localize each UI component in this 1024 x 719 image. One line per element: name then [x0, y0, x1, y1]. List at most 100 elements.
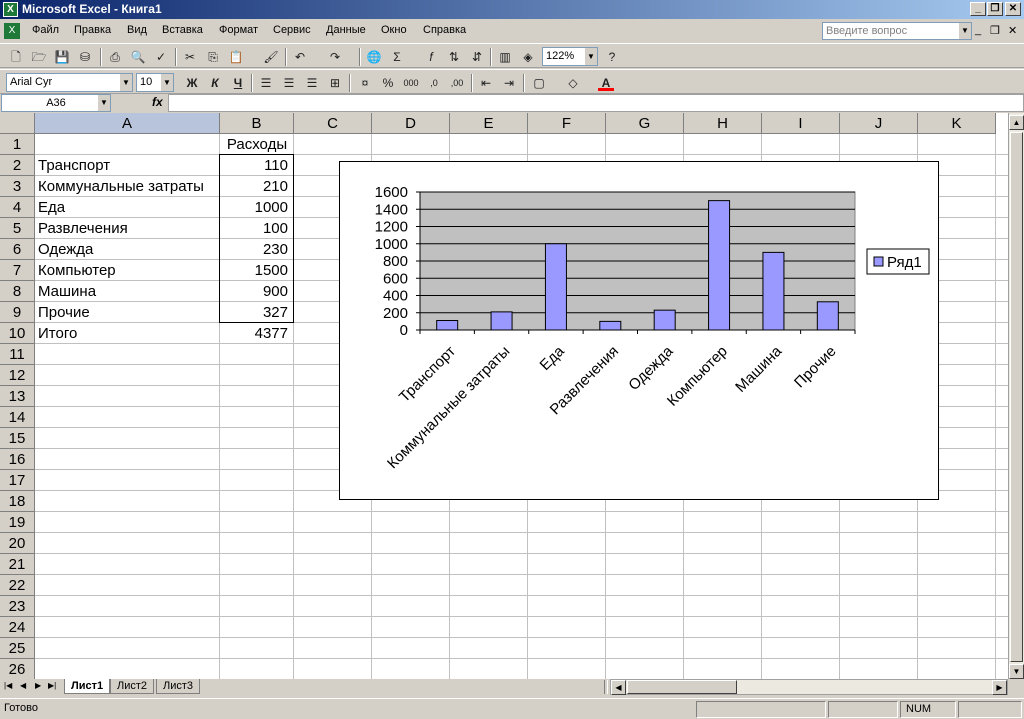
row-header-7[interactable]: 7 [0, 260, 35, 281]
column-header-c[interactable]: C [294, 113, 372, 134]
cut-icon[interactable]: ✂ [182, 49, 198, 65]
last-sheet-icon[interactable]: ▶| [48, 681, 56, 690]
row-header-15[interactable]: 15 [0, 428, 35, 449]
row-header-10[interactable]: 10 [0, 323, 35, 344]
column-header-f[interactable]: F [528, 113, 606, 134]
font-combo[interactable]: Arial Cyr ▼ [6, 73, 133, 92]
column-header-d[interactable]: D [372, 113, 450, 134]
currency-icon[interactable]: ¤ [357, 75, 373, 91]
next-sheet-icon[interactable]: ▶ [35, 681, 41, 690]
align-center-icon[interactable]: ☰ [281, 75, 297, 91]
drawing-icon[interactable]: ◈ [520, 49, 536, 65]
row-header-22[interactable]: 22 [0, 575, 35, 596]
menu-format[interactable]: Формат [219, 24, 258, 36]
tab-sheet3[interactable]: Лист3 [156, 679, 201, 694]
autosum-icon[interactable]: Σ [389, 49, 405, 65]
row-header-14[interactable]: 14 [0, 407, 35, 428]
paste-icon[interactable]: 📋 [228, 49, 244, 65]
formula-input[interactable] [168, 94, 1024, 112]
doc-restore-button[interactable]: ❐ [990, 24, 1000, 37]
column-header-a[interactable]: A [35, 113, 220, 134]
close-button[interactable]: ✕ [1005, 2, 1021, 16]
copy-icon[interactable]: ⎘ [205, 49, 221, 65]
row-header-9[interactable]: 9 [0, 302, 35, 323]
print-preview-icon[interactable]: 🔍 [130, 49, 146, 65]
row-header-19[interactable]: 19 [0, 512, 35, 533]
column-header-g[interactable]: G [606, 113, 684, 134]
select-all-corner[interactable] [0, 113, 35, 134]
vertical-scrollbar[interactable]: ▲ ▼ [1008, 113, 1024, 681]
save-icon[interactable]: 💾 [54, 49, 70, 65]
bar[interactable] [816, 301, 839, 331]
column-header-b[interactable]: B [220, 113, 294, 134]
column-header-i[interactable]: I [762, 113, 840, 134]
increase-indent-icon[interactable]: ⇥ [501, 75, 517, 91]
chart-wizard-icon[interactable]: ▥ [497, 49, 513, 65]
row-header-23[interactable]: 23 [0, 596, 35, 617]
undo-icon[interactable]: ↶ [292, 49, 308, 65]
chevron-down-icon[interactable]: ▼ [120, 74, 132, 91]
italic-button[interactable]: К [207, 75, 223, 91]
cell-a3[interactable]: Коммунальные затраты [38, 176, 217, 197]
cell-a6[interactable]: Одежда [38, 239, 217, 260]
cell-a4[interactable]: Еда [38, 197, 217, 218]
ask-question-box[interactable]: Введите вопрос ▼ [822, 22, 972, 40]
column-header-e[interactable]: E [450, 113, 528, 134]
minimize-button[interactable]: _ [970, 2, 986, 16]
column-header-h[interactable]: H [684, 113, 762, 134]
bar[interactable] [436, 320, 459, 331]
font-color-icon[interactable]: A [598, 75, 614, 91]
doc-minimize-button[interactable]: _ [975, 24, 981, 36]
vertical-scroll-thumb[interactable] [1010, 132, 1023, 662]
horizontal-scrollbar[interactable]: ◀ ▶ [610, 679, 1008, 695]
cell-a5[interactable]: Развлечения [38, 218, 217, 239]
row-header-6[interactable]: 6 [0, 239, 35, 260]
chart-object[interactable]: 0 200 400 600 800 1000 1200 1400 1600 Транспорт Ко… [339, 161, 939, 500]
open-folder-icon[interactable]: 🗁 [31, 49, 47, 65]
first-sheet-icon[interactable]: |◀ [4, 681, 12, 690]
function-icon[interactable]: f [423, 49, 439, 65]
borders-icon[interactable]: ▢ [531, 75, 547, 91]
hyperlink-icon[interactable]: 🌐 [366, 49, 382, 65]
menu-insert[interactable]: Вставка [162, 24, 203, 36]
bold-button[interactable]: Ж [184, 75, 200, 91]
scroll-right-icon[interactable]: ▶ [992, 680, 1007, 695]
column-header-j[interactable]: J [840, 113, 918, 134]
menu-edit[interactable]: Правка [74, 24, 111, 36]
bar[interactable] [653, 309, 676, 331]
scroll-down-icon[interactable]: ▼ [1009, 664, 1024, 679]
row-header-12[interactable]: 12 [0, 365, 35, 386]
sort-descending-icon[interactable]: ⇵ [469, 49, 485, 65]
redo-icon[interactable]: ↷ [327, 49, 343, 65]
prev-sheet-icon[interactable]: ◀ [20, 681, 26, 690]
underline-button[interactable]: Ч [230, 75, 246, 91]
row-header-17[interactable]: 17 [0, 470, 35, 491]
cell-a9[interactable]: Прочие [38, 302, 217, 323]
horizontal-scroll-thumb[interactable] [627, 680, 737, 694]
cell-b10[interactable]: 4377 [220, 323, 291, 344]
menu-window[interactable]: Окно [381, 24, 407, 36]
format-painter-icon[interactable]: 🖌 [263, 49, 279, 65]
row-header-1[interactable]: 1 [0, 134, 35, 155]
help-icon[interactable]: ? [604, 49, 620, 65]
menu-file[interactable]: Файл [32, 24, 59, 36]
scroll-up-icon[interactable]: ▲ [1009, 115, 1024, 130]
row-header-24[interactable]: 24 [0, 617, 35, 638]
row-header-11[interactable]: 11 [0, 344, 35, 365]
font-size-combo[interactable]: 10 ▼ [136, 73, 174, 92]
tab-sheet1[interactable]: Лист1 [64, 679, 111, 694]
row-header-26[interactable]: 26 [0, 659, 35, 680]
merge-center-icon[interactable]: ⊞ [327, 75, 343, 91]
chevron-down-icon[interactable]: ▼ [161, 74, 173, 91]
new-file-icon[interactable]: 🗋 [8, 49, 24, 65]
row-header-5[interactable]: 5 [0, 218, 35, 239]
align-right-icon[interactable]: ☰ [304, 75, 320, 91]
row-header-20[interactable]: 20 [0, 533, 35, 554]
menu-data[interactable]: Данные [326, 24, 366, 36]
cell-a7[interactable]: Компьютер [38, 260, 217, 281]
restore-button[interactable]: ❐ [987, 2, 1003, 16]
name-box[interactable]: A36 ▼ [1, 94, 111, 112]
scroll-left-icon[interactable]: ◀ [611, 680, 626, 695]
cell-a8[interactable]: Машина [38, 281, 217, 302]
excel-app-icon[interactable]: X [3, 2, 18, 17]
